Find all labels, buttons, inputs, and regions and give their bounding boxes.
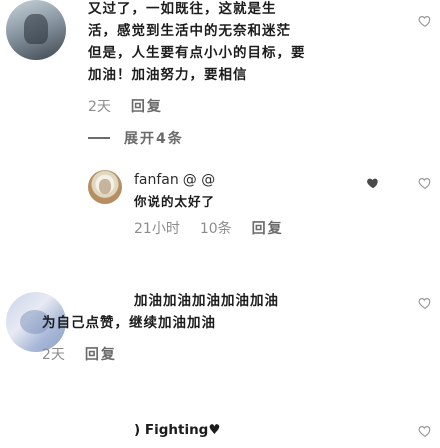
reply-author[interactable]: fanfan @ @ [134, 172, 215, 188]
username: fanfan [134, 172, 179, 188]
comment-line: 活，感觉到生活中的无奈和迷茫 [88, 23, 291, 39]
reply-meta: 2天 回复 [42, 344, 117, 364]
heart-outline-icon[interactable] [418, 296, 432, 310]
heart-outline-icon[interactable] [418, 176, 432, 190]
comment-line: 但是，人生要有点小小的目标，要 [88, 45, 306, 61]
comment-text: ) Fighting♥ [134, 422, 221, 438]
reply-button[interactable]: 回复 [85, 344, 117, 364]
heart-filled-icon[interactable] [366, 176, 380, 190]
comment-line: 加油！加油努力，要相信 [88, 67, 248, 83]
reply-time: 21小时 [134, 221, 180, 237]
reply-time: 2天 [42, 347, 65, 363]
heart-outline-icon[interactable] [418, 424, 432, 438]
reply-button[interactable]: 回复 [252, 218, 284, 238]
comment-meta: 2天 回复 [88, 96, 163, 116]
reply-button[interactable]: 回复 [131, 96, 163, 116]
comment-thread: 又过了，一如既往，这就是生 活，感觉到生活中的无奈和迷茫 但是，人生要有点小小的… [0, 0, 440, 448]
expand-label: 展开4条 [124, 131, 184, 147]
comment-line: 加油加油加油加油加油 [134, 293, 279, 309]
username-suffix: @ @ [182, 172, 216, 188]
comment-line: 为自己点赞，继续加油加油 [42, 315, 216, 331]
heart-outline-icon[interactable] [418, 14, 432, 28]
reply-likes: 10条 [199, 221, 232, 237]
avatar[interactable] [88, 170, 122, 204]
avatar[interactable] [6, 0, 66, 60]
comment-line: 又过了，一如既往，这就是生 [88, 1, 277, 17]
reply-text: 你说的太好了 [134, 194, 216, 209]
comment-time: 2天 [88, 99, 111, 115]
reply-meta: 21小时 10条 回复 [134, 218, 284, 238]
expand-replies[interactable]: 展开4条 [88, 128, 184, 148]
divider [88, 137, 110, 139]
